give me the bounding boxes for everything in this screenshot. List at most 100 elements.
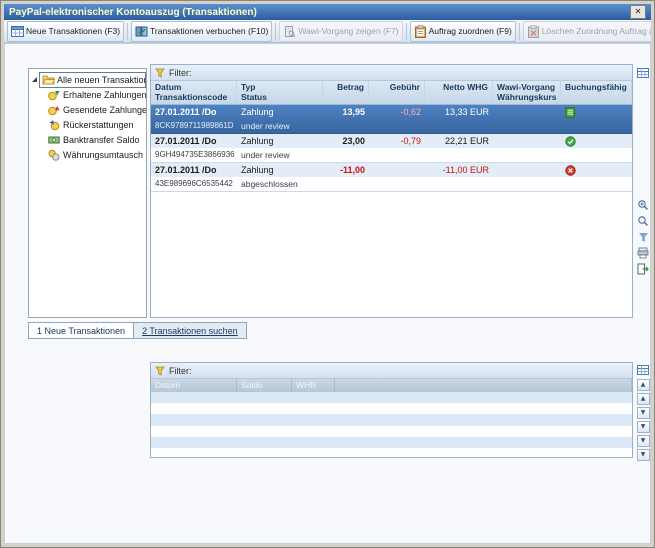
cell-status: abgeschlossen xyxy=(237,177,323,191)
tab-transaktionen-suchen[interactable]: 2 Transaktionen suchen xyxy=(133,322,247,339)
bank-transfer-icon xyxy=(48,134,60,146)
transactions-panel: Filter: Datum Transaktionscode Typ Statu… xyxy=(150,64,633,318)
show-wawi-order-button[interactable]: Wawi-Vorgang zeigen (F7) xyxy=(279,21,402,42)
post-transactions-icon xyxy=(135,25,148,38)
first-record-button[interactable]: ▲ xyxy=(637,379,650,391)
transaction-row[interactable]: 27.01.2011 /Do Zahlung 23,00 -0,79 22,21… xyxy=(151,134,632,163)
page-down-button[interactable]: ▼ xyxy=(637,435,650,447)
tree-item-label: Banktransfer Saldo xyxy=(63,135,140,145)
saldo-filter-bar[interactable]: Filter: xyxy=(151,363,632,379)
tree-item-banktransfer-saldo[interactable]: Banktransfer Saldo xyxy=(29,132,146,147)
currency-exchange-icon xyxy=(48,149,60,161)
transaction-row[interactable]: 27.01.2011 /Do Zahlung 13,95 -0,62 13,33… xyxy=(151,105,632,134)
cell-buchungsfaehig xyxy=(561,105,632,119)
tab-label: 1 Neue Transaktionen xyxy=(37,326,125,336)
post-transactions-button[interactable]: Transaktionen verbuchen (F10) xyxy=(131,21,272,42)
tree-item-gesendete-zahlungen[interactable]: Gesendete Zahlungen xyxy=(29,102,146,117)
zoom-in-button[interactable] xyxy=(636,198,650,212)
header-line: Wawi-Vorgang xyxy=(497,82,556,92)
tree-item-label: Rückerstattungen xyxy=(63,120,134,130)
cell-transaktionscode: 9GH494735E3866936 xyxy=(151,148,237,162)
tab-label: 2 Transaktionen suchen xyxy=(142,326,238,336)
view-tabs: 1 Neue Transaktionen 2 Transaktionen suc… xyxy=(28,322,247,339)
bookable-icon xyxy=(565,107,576,118)
export-button[interactable] xyxy=(636,262,650,276)
folder-open-icon xyxy=(42,74,55,85)
cell-buchungsfaehig xyxy=(561,134,632,148)
header-line: Datum xyxy=(155,82,232,92)
cell-betrag: 23,00 xyxy=(323,134,369,148)
tree-expander-icon[interactable] xyxy=(32,77,37,82)
filter-label: Filter: xyxy=(169,366,192,376)
saldo-nav-strip: ▲ ▲ ▼ ▼ ▼ ▼ xyxy=(635,363,651,461)
button-label: Auftrag zuordnen (F9) xyxy=(429,26,512,36)
column-header-typ[interactable]: Typ Status xyxy=(237,81,323,104)
tree-item-erhaltene-zahlungen[interactable]: Erhaltene Zahlungen xyxy=(29,87,146,102)
search-button[interactable] xyxy=(636,214,650,228)
tree-item-label: Währungsumtausch xyxy=(63,150,143,160)
prior-record-button[interactable]: ▲ xyxy=(637,393,650,405)
grid-tools-strip xyxy=(635,198,651,276)
tree-root-label: Alle neuen Transaktionen xyxy=(57,75,146,85)
next-record-button[interactable]: ▼ xyxy=(637,407,650,419)
cell-wawi-vorgang xyxy=(493,105,561,119)
column-header-buchungsfaehig[interactable]: Buchungsfähig xyxy=(561,81,632,104)
tree-item-waehrungsumtausch[interactable]: Währungsumtausch xyxy=(29,147,146,162)
payment-received-icon xyxy=(48,89,60,101)
new-transactions-button[interactable]: Neue Transaktionen (F3) xyxy=(7,21,124,42)
window-title: PayPal-elektronischer Kontoauszug (Trans… xyxy=(9,7,257,18)
tree-item-label: Gesendete Zahlungen xyxy=(63,105,147,115)
transaction-tree: Alle neuen Transaktionen Erhaltene Zahlu… xyxy=(28,68,147,318)
last-record-button[interactable]: ▼ xyxy=(637,421,650,433)
column-header-wawi-vorgang[interactable]: Wawi-Vorgang Währungskurs xyxy=(493,81,561,104)
titlebar[interactable]: PayPal-elektronischer Kontoauszug (Trans… xyxy=(4,4,651,20)
transactions-filter-bar[interactable]: Filter: xyxy=(151,65,632,81)
column-header-datum[interactable]: Datum Transaktionscode xyxy=(151,81,237,104)
saldo-column-filler xyxy=(335,379,632,392)
saldo-empty-row xyxy=(151,392,632,403)
tree-item-label: Erhaltene Zahlungen xyxy=(63,90,147,100)
cell-status: under review xyxy=(237,148,323,162)
assign-order-button[interactable]: Auftrag zuordnen (F9) xyxy=(410,21,516,42)
button-label: Wawi-Vorgang zeigen (F7) xyxy=(298,26,398,36)
delete-order-assignment-icon xyxy=(527,25,540,38)
button-label: Neue Transaktionen (F3) xyxy=(26,26,120,36)
cell-gebuehr xyxy=(369,163,425,177)
assign-order-icon xyxy=(414,25,427,38)
scroll-down-button[interactable]: ▼ xyxy=(637,449,650,461)
saldo-column-saldo[interactable]: Saldo xyxy=(237,379,292,392)
cell-datum: 27.01.2011 /Do xyxy=(151,134,237,148)
filter-funnel-icon xyxy=(155,68,165,78)
refund-icon xyxy=(48,119,60,131)
saldo-rows xyxy=(151,392,632,458)
grid-layout-icon[interactable] xyxy=(636,363,650,377)
header-line: Status xyxy=(241,92,318,102)
cell-gebuehr: -0,79 xyxy=(369,134,425,148)
header-line: Währungskurs xyxy=(497,92,556,102)
filter-button[interactable] xyxy=(636,230,650,244)
cell-transaktionscode: 8CK9789711989861D xyxy=(151,119,237,133)
column-header-gebuehr[interactable]: Gebühr xyxy=(369,81,425,104)
print-button[interactable] xyxy=(636,246,650,260)
header-line: Gebühr xyxy=(373,82,420,92)
transaction-row[interactable]: 27.01.2011 /Do Zahlung -11,00 -11,00 EUR… xyxy=(151,163,632,192)
saldo-column-whr[interactable]: WHR xyxy=(292,379,335,392)
column-header-netto-whg[interactable]: Netto WHG xyxy=(425,81,493,104)
saldo-empty-row xyxy=(151,448,632,458)
grid-layout-icon[interactable] xyxy=(636,66,650,80)
tab-neue-transaktionen[interactable]: 1 Neue Transaktionen xyxy=(28,322,134,339)
cell-wawi-vorgang xyxy=(493,134,561,148)
delete-order-assignment-button[interactable]: Löschen Zuordnung Auftrag (F4) xyxy=(523,21,651,42)
cell-netto: 13,33 EUR xyxy=(425,105,493,119)
cell-typ: Zahlung xyxy=(237,134,323,148)
column-header-betrag[interactable]: Betrag xyxy=(323,81,369,104)
saldo-empty-row xyxy=(151,403,632,414)
cell-status: under review xyxy=(237,119,323,133)
tree-item-rueckerstattungen[interactable]: Rückerstattungen xyxy=(29,117,146,132)
tree-item-alle-neuen-transaktionen[interactable]: Alle neuen Transaktionen xyxy=(29,72,146,87)
saldo-column-datum[interactable]: Datum xyxy=(151,379,237,392)
cell-netto: 22,21 EUR xyxy=(425,134,493,148)
close-button[interactable]: ✕ xyxy=(630,5,646,19)
header-line: Netto WHG xyxy=(429,82,488,92)
cell-datum: 27.01.2011 /Do xyxy=(151,105,237,119)
